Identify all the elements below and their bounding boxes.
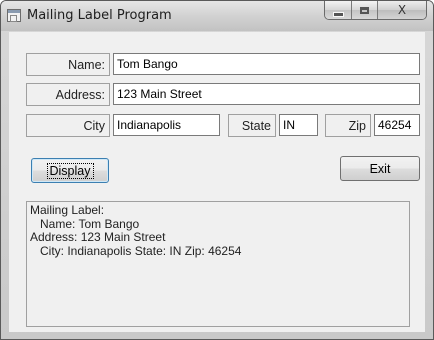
maximize-icon: [360, 6, 369, 14]
address-field[interactable]: [113, 83, 420, 105]
close-button[interactable]: X: [378, 1, 426, 19]
window-title: Mailing Label Program: [27, 8, 172, 23]
state-label: State: [228, 114, 276, 137]
minimize-icon: [332, 11, 344, 17]
address-label: Address:: [26, 83, 110, 106]
app-icon[interactable]: [7, 9, 21, 22]
title-bar[interactable]: Mailing Label Program X: [1, 1, 433, 31]
app-window: Mailing Label Program X Name: Address: C…: [0, 0, 434, 340]
exit-button[interactable]: Exit: [340, 156, 420, 181]
city-label: City: [26, 114, 110, 137]
caption-buttons: X: [324, 1, 427, 20]
output-line: Address: 123 Main Street: [30, 230, 166, 244]
name-field[interactable]: [113, 53, 420, 75]
city-field[interactable]: [113, 114, 220, 136]
close-icon: X: [397, 3, 407, 17]
maximize-button[interactable]: [352, 1, 378, 19]
form-client-area: Name: Address: City State Zip Display Ex…: [9, 32, 425, 332]
name-label: Name:: [26, 53, 110, 76]
output-heading: Mailing Label:: [30, 203, 105, 217]
exit-button-label: Exit: [369, 161, 391, 176]
display-button-label: Display: [46, 162, 94, 179]
display-button[interactable]: Display: [31, 158, 109, 183]
zip-field[interactable]: [374, 114, 420, 136]
minimize-button[interactable]: [325, 1, 352, 19]
zip-label: Zip: [325, 114, 371, 137]
state-field[interactable]: [279, 114, 318, 136]
output-line: Name: Tom Bango: [30, 216, 140, 231]
mailing-label-output: Mailing Label: Name: Tom Bango Address: …: [26, 201, 410, 327]
output-line: City: Indianapolis State: IN Zip: 46254: [30, 243, 242, 258]
